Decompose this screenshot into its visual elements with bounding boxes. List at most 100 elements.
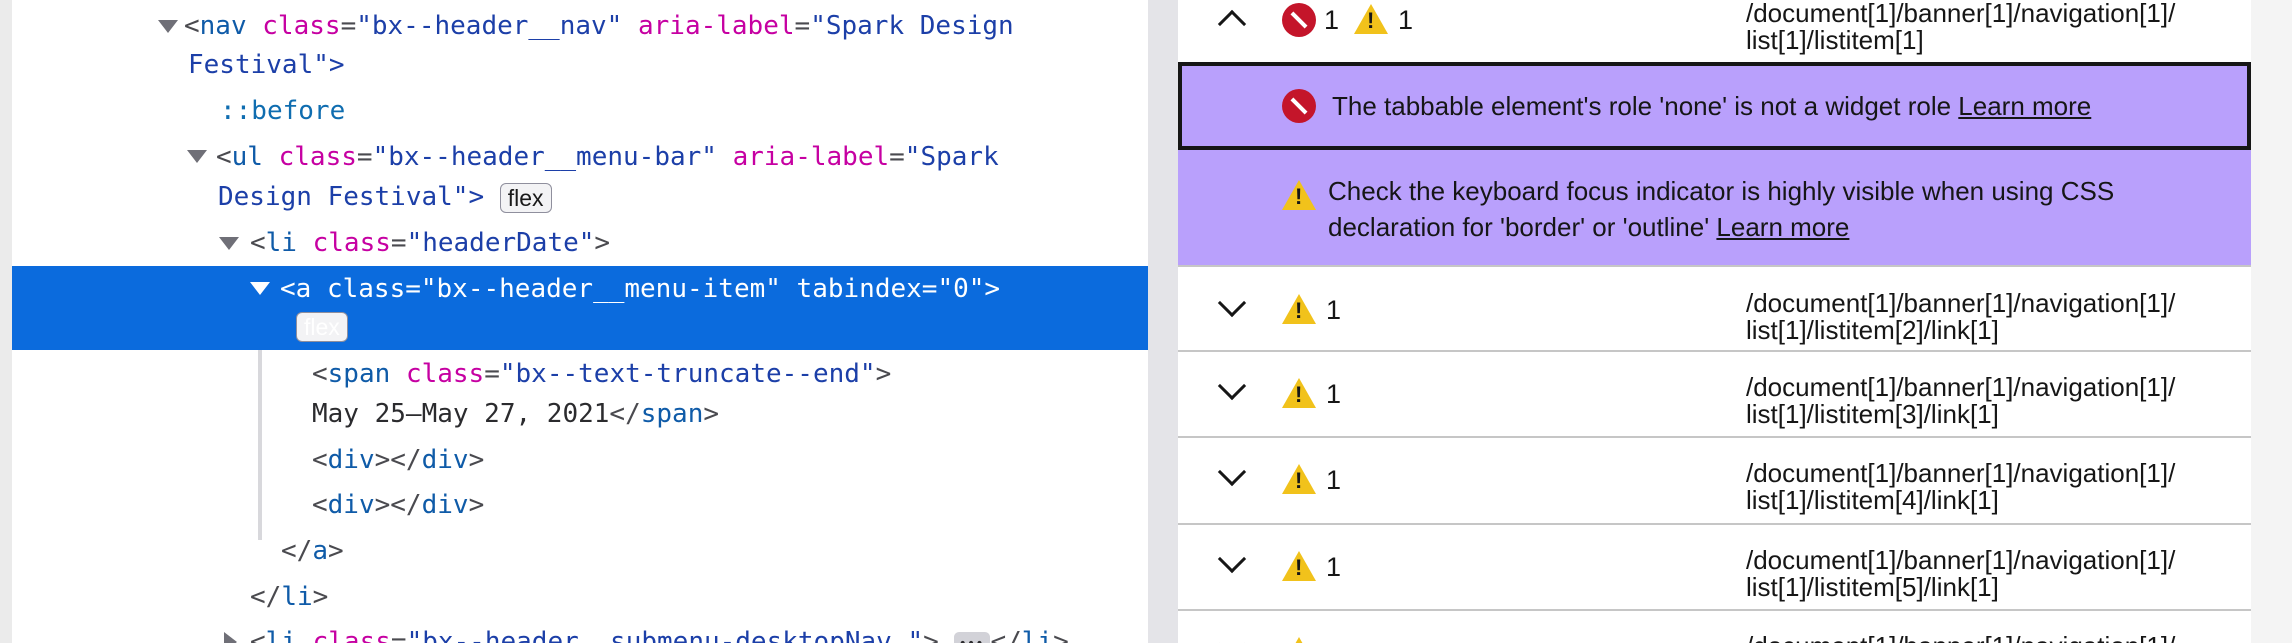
flex-badge[interactable]: flex — [499, 182, 552, 213]
tree-node-div[interactable]: <div></div> — [312, 482, 484, 528]
issue-row[interactable]: 1 1 /document[1]/banner[1]/navigation[1]… — [1178, 0, 2251, 62]
path-line: list[1]/listitem[1] — [1746, 25, 1924, 55]
path-line: /document[1]/banner[1]/navigation[1]/ — [1746, 545, 2176, 575]
violation-count: 1 — [1324, 5, 1340, 35]
learn-more-link[interactable]: Learn more — [1716, 212, 1849, 242]
tag-name: li — [1021, 627, 1054, 643]
issue-message: Check the keyboard focus indicator is hi… — [1328, 173, 2114, 245]
attr-name: aria-label — [732, 142, 890, 172]
attr-value: "Spark Design — [810, 11, 1014, 41]
tree-node-before[interactable]: ::before — [220, 88, 345, 134]
chevron-down-icon[interactable] — [1217, 457, 1247, 487]
attr-value: "Spark — [904, 142, 999, 172]
tree-node-span-text: May 25–May 27, 2021</span> — [312, 399, 720, 429]
chevron-down-icon[interactable] — [1217, 371, 1247, 401]
selected-tree-node[interactable]: <a class="bx--header__menu-item" tabinde… — [12, 266, 1148, 350]
issue-text: The tabbable element's role 'none' is no… — [1332, 91, 1952, 121]
tree-node-li[interactable]: <li class="headerDate"> — [250, 220, 610, 266]
warning-icon — [1282, 180, 1316, 210]
element-path[interactable]: /document[1]/banner[1]/navigation[1]/ li… — [1746, 374, 2246, 428]
scrollbar-track[interactable] — [2251, 0, 2292, 643]
collapse-toggle-icon[interactable] — [250, 282, 270, 295]
warning-icon — [1282, 551, 1316, 581]
learn-more-link[interactable]: Learn more — [1958, 91, 2091, 121]
warning-count: 1 — [1326, 295, 1342, 325]
issue-item-violation[interactable]: The tabbable element's role 'none' is no… — [1178, 62, 2251, 150]
issue-row[interactable]: 1 /document[1]/banner[1]/navigation[1]/ … — [1178, 352, 2251, 438]
warning-icon — [1282, 378, 1316, 408]
attr-name: class — [278, 142, 357, 172]
tag-name: li — [281, 582, 313, 612]
chevron-down-icon[interactable] — [1217, 630, 1247, 643]
element-path[interactable]: /document[1]/banner[1]/navigation[1]/ li… — [1746, 547, 2246, 601]
path-line: /document[1]/banner[1]/navigation[1]/ — [1746, 633, 2246, 643]
flex-badge[interactable]: flex — [296, 311, 348, 342]
warning-icon — [1282, 464, 1316, 494]
path-line: list[1]/listitem[4]/link[1] — [1746, 485, 1999, 515]
tree-node-a-close[interactable]: </a> — [281, 528, 344, 574]
path-line: list[1]/listitem[3]/link[1] — [1746, 399, 1999, 429]
chevron-down-icon[interactable] — [1217, 544, 1247, 574]
element-path[interactable]: /document[1]/banner[1]/navigation[1]/ li… — [1746, 0, 2246, 54]
attr-value: "bx--header__nav" — [356, 11, 623, 41]
violation-icon — [1282, 89, 1316, 123]
issue-row[interactable]: 1 /document[1]/banner[1]/navigation[1]/ … — [1178, 265, 2251, 352]
tag-name: nav — [199, 11, 247, 41]
issue-message: The tabbable element's role 'none' is no… — [1332, 88, 2091, 124]
scrollbar-track[interactable] — [0, 0, 12, 643]
chevron-up-icon[interactable] — [1217, 9, 1247, 39]
tree-node-li-close[interactable]: </li> — [250, 574, 328, 620]
attr-value: "headerDate" — [406, 228, 595, 258]
attr-value: "bx--text-truncate--end" — [499, 359, 876, 389]
element-path[interactable]: /document[1]/banner[1]/navigation[1]/ li… — [1746, 460, 2246, 514]
path-line: /document[1]/banner[1]/navigation[1]/ — [1746, 372, 2176, 402]
collapse-toggle-icon[interactable] — [187, 150, 207, 163]
attr-name: aria-label — [637, 11, 795, 41]
tree-node-a: <a class="bx--header__menu-item" tabinde… — [280, 266, 1000, 312]
tag-text: <a class="bx--header__menu-item" tabinde… — [280, 274, 1001, 304]
element-path[interactable]: /document[1]/banner[1]/navigation[1]/ li… — [1746, 290, 2246, 344]
warning-icon — [1354, 4, 1388, 34]
tag-name: li — [265, 228, 297, 258]
warning-count: 1 — [1398, 5, 1414, 35]
pseudo-element: ::before — [220, 96, 346, 126]
issue-text: declaration for 'border' or 'outline' — [1328, 212, 1710, 242]
tag-name: a — [312, 536, 328, 566]
warning-icon — [1282, 294, 1316, 324]
issue-row[interactable]: 1 /document[1]/banner[1]/navigation[1]/ — [1178, 611, 2251, 643]
chevron-down-icon[interactable] — [1217, 288, 1247, 318]
issue-text: Check the keyboard focus indicator is hi… — [1328, 176, 2115, 206]
attr-name: class — [405, 359, 485, 389]
collapse-toggle-icon[interactable] — [158, 20, 178, 33]
accessibility-checker-panel: 1 1 /document[1]/banner[1]/navigation[1]… — [1178, 0, 2251, 643]
warning-count: 1 — [1326, 552, 1342, 582]
tag-name: div — [421, 445, 469, 475]
expand-toggle-icon[interactable] — [224, 632, 237, 643]
tag-name: ul — [231, 142, 263, 172]
panel-divider[interactable] — [1148, 0, 1178, 643]
ellipsis-icon[interactable] — [954, 621, 991, 643]
path-line: list[1]/listitem[2]/link[1] — [1746, 315, 1999, 345]
element-path[interactable]: /document[1]/banner[1]/navigation[1]/ — [1746, 633, 2246, 643]
path-line: /document[1]/banner[1]/navigation[1]/ — [1746, 0, 2176, 28]
path-line: /document[1]/banner[1]/navigation[1]/ — [1746, 288, 2176, 318]
attr-name: class — [312, 627, 391, 643]
tag-name: span — [640, 399, 704, 429]
tree-node-li-submenu[interactable]: <li class="bx--header__submenu-desktopNa… — [250, 619, 1069, 643]
tag-name: div — [327, 445, 375, 475]
collapse-toggle-icon[interactable] — [219, 237, 239, 250]
warning-count: 1 — [1326, 379, 1342, 409]
issue-item-warning[interactable]: Check the keyboard focus indicator is hi… — [1178, 150, 2251, 265]
attr-value: "bx--header__menu-bar" — [372, 142, 717, 172]
dom-tree-panel: <nav class="bx--header__nav" aria-label=… — [0, 0, 1148, 643]
violation-icon — [1282, 3, 1316, 37]
tree-node-a-cont: flex — [296, 306, 348, 346]
indent-guide — [258, 350, 262, 540]
warning-icon — [1282, 637, 1316, 643]
issue-row[interactable]: 1 /document[1]/banner[1]/navigation[1]/ … — [1178, 525, 2251, 611]
warning-count: 1 — [1326, 465, 1342, 495]
tag-name: li — [265, 627, 297, 643]
issue-row[interactable]: 1 /document[1]/banner[1]/navigation[1]/ … — [1178, 438, 2251, 525]
tree-node-div[interactable]: <div></div> — [312, 437, 484, 483]
tag-name: div — [421, 490, 469, 520]
